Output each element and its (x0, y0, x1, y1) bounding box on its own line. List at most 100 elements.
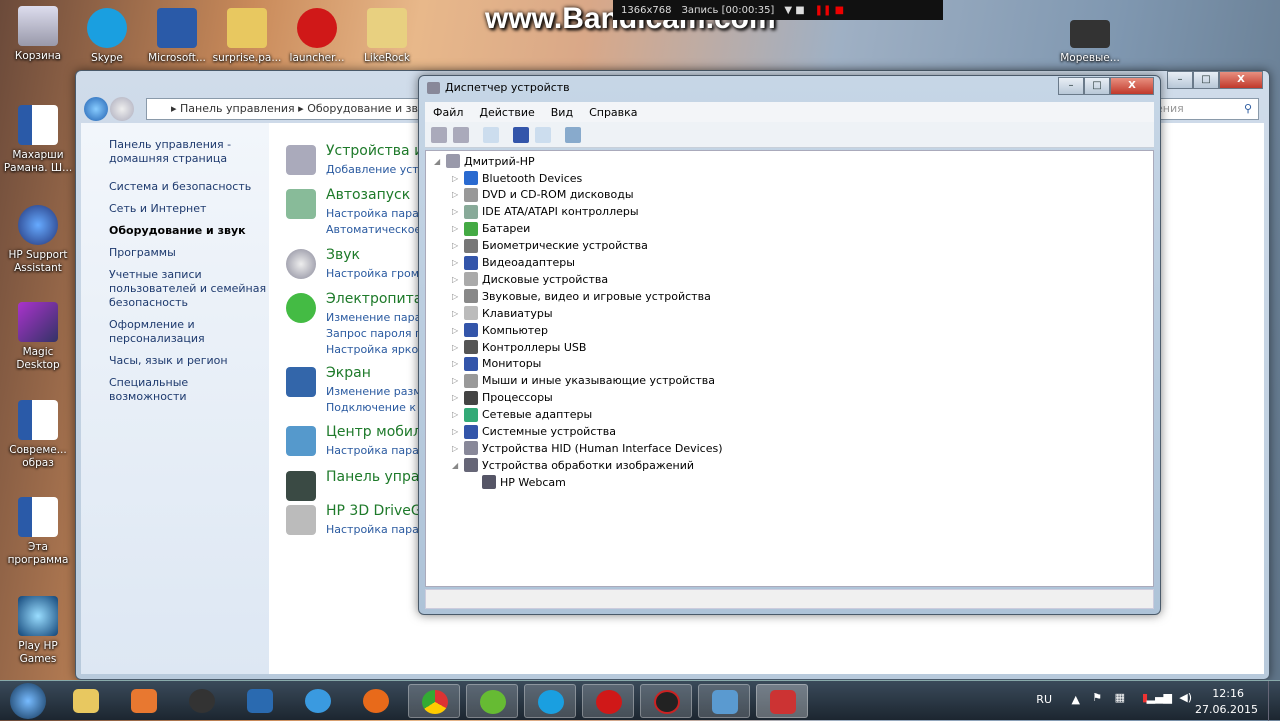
search-input[interactable]: ения ⚲ (1149, 98, 1259, 120)
device-category[interactable]: ▷ Контроллеры USB (452, 339, 586, 355)
menu-file[interactable]: Файл (433, 106, 463, 119)
device-category[interactable]: ▷ Компьютер (452, 322, 548, 338)
expand-icon[interactable]: ▷ (452, 343, 460, 352)
network-signal-icon[interactable]: ▂▄▆ (1147, 691, 1172, 704)
device-hp-webcam[interactable]: HP Webcam (482, 474, 566, 490)
show-hidden-icon[interactable] (535, 126, 551, 143)
device-category[interactable]: ▷ Звуковые, видео и игровые устройства (452, 288, 711, 304)
close-button[interactable]: X (1219, 71, 1263, 89)
windows-icon[interactable]: ▦ (1115, 691, 1125, 704)
taskbar-firefox[interactable] (350, 684, 402, 718)
breadcrumb-control-panel[interactable]: Панель управления (180, 102, 295, 115)
nav-hardware-sound[interactable]: Оборудование и звук (109, 224, 269, 238)
maximize-button[interactable]: □ (1084, 77, 1110, 95)
help-icon[interactable] (513, 126, 529, 143)
expand-icon[interactable]: ▷ (452, 241, 460, 250)
start-button[interactable] (10, 683, 46, 719)
taskbar-control-panel[interactable] (698, 684, 750, 718)
action-center-flag-icon[interactable]: ⚑ (1092, 691, 1102, 704)
taskbar-media[interactable] (118, 684, 170, 718)
device-category[interactable]: ▷ DVD и CD-ROM дисководы (452, 187, 634, 203)
device-category[interactable]: ▷ Bluetooth Devices (452, 170, 582, 186)
taskbar-utorrent[interactable] (466, 684, 518, 718)
nav-accessibility[interactable]: Специальные возможности (109, 376, 269, 404)
desktop-icon-skype[interactable]: Skype (72, 8, 142, 65)
expand-icon[interactable]: ▷ (452, 174, 460, 183)
taskbar-ie[interactable] (292, 684, 344, 718)
taskbar-explorer[interactable] (60, 684, 112, 718)
nav-programs[interactable]: Программы (109, 246, 269, 260)
language-indicator[interactable]: RU (1036, 693, 1052, 706)
show-desktop-button[interactable] (1268, 681, 1280, 721)
volume-icon[interactable]: ◀) (1179, 691, 1192, 704)
device-category[interactable]: ▷ Клавиатуры (452, 305, 553, 321)
minimize-button[interactable]: – (1058, 77, 1084, 95)
desktop-icon-magic-desktop[interactable]: Magic Desktop (3, 302, 73, 372)
taskbar-app[interactable] (234, 684, 286, 718)
nav-home[interactable]: Панель управления - домашняя страница (109, 138, 269, 166)
desktop-icon-hp-support[interactable]: HP Support Assistant (3, 205, 73, 275)
breadcrumb-hardware-sound[interactable]: Оборудование и звук (307, 102, 431, 115)
minimize-button[interactable]: – (1167, 71, 1193, 89)
desktop-icon-likerock[interactable]: LikeRock (352, 8, 422, 65)
desktop-icon-folder[interactable]: surprise.pa... (212, 8, 282, 65)
device-category[interactable]: ▷ Батареи (452, 221, 530, 237)
maximize-button[interactable]: □ (1193, 71, 1219, 89)
desktop-icon-opera[interactable]: launcher... (282, 8, 352, 65)
scan-hardware-icon[interactable] (565, 126, 581, 143)
expand-icon[interactable]: ▷ (452, 309, 460, 318)
expand-icon[interactable]: ▷ (452, 410, 460, 419)
expand-icon[interactable]: ▷ (452, 376, 460, 385)
desktop-icon-play-hp-games[interactable]: Play HP Games (3, 596, 73, 666)
expand-icon[interactable]: ▷ (452, 444, 460, 453)
nav-system-security[interactable]: Система и безопасность (109, 180, 269, 194)
expand-icon[interactable]: ▷ (452, 275, 460, 284)
pause-icon[interactable]: ❚❚ ■ (815, 5, 844, 16)
device-category[interactable]: ▷ Процессоры (452, 390, 553, 406)
expand-icon[interactable]: ▷ (452, 207, 460, 216)
camera-icon[interactable]: ▼ ■ (784, 5, 804, 16)
taskbar-device-manager[interactable] (756, 684, 808, 718)
taskbar-opera[interactable] (582, 684, 634, 718)
expand-icon[interactable]: ▷ (452, 393, 460, 402)
clock-date[interactable]: 27.06.2015 (1195, 703, 1258, 716)
clock-time[interactable]: 12:16 (1212, 687, 1244, 700)
expand-icon[interactable]: ▷ (452, 190, 460, 199)
close-button[interactable]: X (1110, 77, 1154, 95)
device-category[interactable]: ▷ Видеоадаптеры (452, 255, 575, 271)
properties-icon[interactable] (483, 126, 499, 143)
tree-root[interactable]: ◢ Дмитрий-HP (434, 153, 535, 169)
desktop-icon-word[interactable]: Microsoft... (142, 8, 212, 65)
desktop-icon-doc3[interactable]: Эта программа (3, 497, 73, 567)
nav-user-accounts[interactable]: Учетные записи пользователей и семейная … (109, 268, 269, 310)
device-category[interactable]: ▷ Мыши и иные указывающие устройства (452, 373, 715, 389)
expand-icon[interactable]: ▷ (452, 427, 460, 436)
desktop-icon-recycle-bin[interactable]: Корзина (3, 6, 73, 63)
device-category[interactable]: ▷ Мониторы (452, 356, 541, 372)
device-category[interactable]: ▷ Системные устройства (452, 424, 616, 440)
menu-action[interactable]: Действие (479, 106, 534, 119)
back-arrow-icon[interactable] (431, 126, 447, 143)
show-hidden-icons[interactable]: ▲ (1072, 693, 1080, 706)
device-category[interactable]: ▷ Биометрические устройства (452, 238, 648, 254)
taskbar-bandicam[interactable] (640, 684, 692, 718)
desktop-icon-doc2[interactable]: Совреме... образ (3, 400, 73, 470)
device-category[interactable]: ▷ Дисковые устройства (452, 271, 608, 287)
forward-arrow-icon[interactable] (453, 126, 469, 143)
search-icon[interactable]: ⚲ (1244, 102, 1252, 115)
taskbar-skype[interactable] (524, 684, 576, 718)
back-button[interactable] (84, 97, 108, 121)
expand-icon[interactable]: ▷ (452, 258, 460, 267)
expand-icon[interactable]: ▷ (452, 359, 460, 368)
nav-network[interactable]: Сеть и Интернет (109, 202, 269, 216)
taskbar-hp[interactable] (176, 684, 228, 718)
taskbar-chrome[interactable] (408, 684, 460, 718)
expand-icon[interactable]: ▷ (452, 224, 460, 233)
forward-button[interactable] (110, 97, 134, 121)
menu-help[interactable]: Справка (589, 106, 637, 119)
desktop-icon-doc[interactable]: Махарши Рамана. Ш... (3, 105, 73, 175)
collapse-icon[interactable]: ◢ (434, 157, 442, 166)
device-category[interactable]: ▷ IDE ATA/ATAPI контроллеры (452, 204, 639, 220)
device-category[interactable]: ▷ Сетевые адаптеры (452, 407, 592, 423)
desktop-icon-video[interactable]: Моревые... (1055, 20, 1125, 65)
